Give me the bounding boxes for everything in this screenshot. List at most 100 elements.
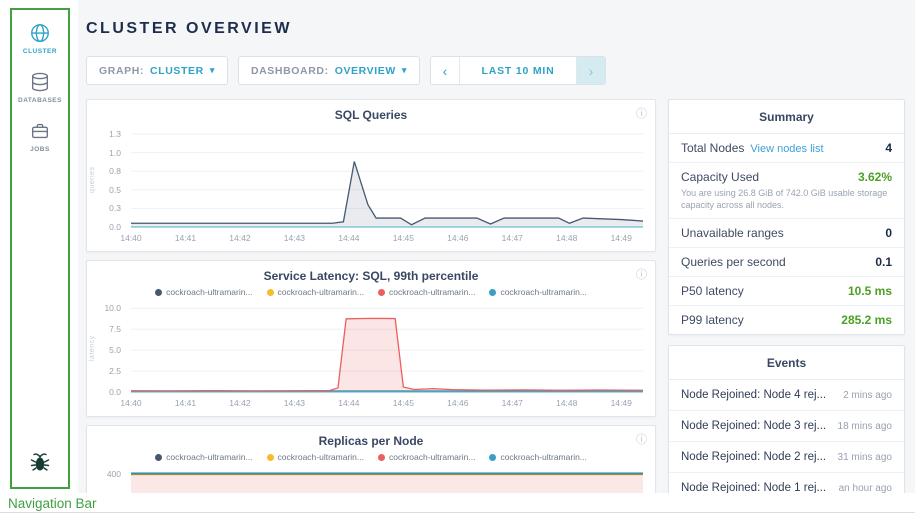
page-title: CLUSTER OVERVIEW (86, 20, 292, 38)
y-axis: 0.02.55.07.510.0latency (87, 305, 129, 392)
summary-label: Capacity Used (681, 170, 759, 184)
cluster-icon (29, 22, 51, 44)
legend-item[interactable]: cockroach-ultramarin... (267, 287, 364, 297)
y-tick-label: 10.0 (104, 303, 121, 313)
dashboard-dropdown-label: DASHBOARD: (251, 65, 329, 77)
y-tick-label: 0.0 (109, 222, 121, 232)
legend-item[interactable]: cockroach-ultramarin... (378, 452, 475, 462)
legend-dot-icon (267, 454, 274, 461)
event-row: Node Rejoined: Node 2 rej... 31 mins ago (669, 441, 904, 472)
x-tick-label: 14:40 (120, 233, 141, 243)
view-nodes-link[interactable]: View nodes list (750, 143, 823, 155)
y-tick-label: 1.3 (109, 129, 121, 139)
legend-item[interactable]: cockroach-ultramarin... (378, 287, 475, 297)
summary-value: 0.1 (875, 255, 892, 269)
legend-dot-icon (267, 289, 274, 296)
bottom-divider (0, 512, 915, 513)
info-icon[interactable]: ⓘ (636, 266, 647, 282)
chart-title: Replicas per Node (87, 426, 655, 448)
x-axis: 14:4014:4114:4214:4314:4414:4514:4614:47… (131, 398, 643, 410)
x-tick-label: 14:47 (502, 398, 523, 408)
summary-value: 0 (885, 226, 892, 240)
summary-title: Summary (669, 100, 904, 134)
info-icon[interactable]: ⓘ (636, 105, 647, 121)
sidebar-item-cluster[interactable]: CLUSTER (12, 22, 68, 55)
x-tick-label: 14:40 (120, 398, 141, 408)
summary-row: Unavailable ranges0 (669, 218, 904, 247)
y-tick-label: 0.8 (109, 166, 121, 176)
y-tick-label: 0.5 (109, 185, 121, 195)
summary-value: 4 (885, 141, 892, 155)
annotation-navigation-bar: Navigation Bar (8, 496, 97, 511)
summary-row: P50 latency10.5 ms (669, 276, 904, 305)
legend-item[interactable]: cockroach-ultramarin... (489, 287, 586, 297)
graph-dropdown[interactable]: GRAPH: CLUSTER ▾ (86, 56, 228, 85)
legend-dot-icon (489, 289, 496, 296)
event-text: Node Rejoined: Node 3 rej... (681, 420, 826, 432)
chart-plot (131, 305, 643, 392)
event-time: 31 mins ago (838, 452, 892, 463)
chart-title: SQL Queries (87, 100, 655, 122)
x-tick-label: 14:49 (611, 398, 632, 408)
y-tick-label: 400 (107, 469, 121, 479)
legend-item[interactable]: cockroach-ultramarin... (489, 452, 586, 462)
dashboard-dropdown[interactable]: DASHBOARD: OVERVIEW ▾ (238, 56, 420, 85)
summary-rows: Total NodesView nodes list4Capacity Used… (669, 134, 904, 334)
x-tick-label: 14:48 (556, 233, 577, 243)
summary-label: P50 latency (681, 284, 744, 298)
summary-subtext: You are using 26.8 GiB of 742.0 GiB usab… (681, 187, 892, 211)
time-range-label[interactable]: LAST 10 MIN (460, 57, 576, 84)
summary-row: Queries per second 0.1 (669, 247, 904, 276)
x-tick-label: 14:43 (284, 233, 305, 243)
legend-dot-icon (378, 289, 385, 296)
x-tick-label: 14:49 (611, 233, 632, 243)
y-tick-label: 0.0 (109, 387, 121, 397)
legend-dot-icon (378, 454, 385, 461)
event-rows: Node Rejoined: Node 4 rej...2 mins agoNo… (669, 380, 904, 493)
sidebar-item-label: DATABASES (18, 97, 62, 104)
x-axis: 14:4014:4114:4214:4314:4414:4514:4614:47… (131, 233, 643, 245)
databases-icon (29, 71, 51, 93)
sidebar-item-jobs[interactable]: JOBS (12, 120, 68, 153)
chart-canvas (131, 470, 643, 493)
summary-row: Capacity Used3.62%You are using 26.8 GiB… (669, 162, 904, 218)
right-panel: Summary Total NodesView nodes list4Capac… (668, 99, 905, 493)
event-text: Node Rejoined: Node 2 rej... (681, 451, 826, 463)
event-text: Node Rejoined: Node 4 rej... (681, 389, 826, 401)
chart-card-2: Service Latency: SQL, 99th percentileⓘ co… (86, 260, 656, 417)
legend-item[interactable]: cockroach-ultramarin... (155, 452, 252, 462)
x-tick-label: 14:44 (338, 398, 359, 408)
event-text: Node Rejoined: Node 1 rej... (681, 482, 826, 493)
chart-card-3: Replicas per Nodeⓘ cockroach-ultramarin..… (86, 425, 656, 493)
chart-legend: cockroach-ultramarin... cockroach-ultrama… (87, 287, 655, 297)
sidebar-item-databases[interactable]: DATABASES (12, 71, 68, 104)
summary-label: Queries per second (681, 255, 786, 269)
chart-title: Service Latency: SQL, 99th percentile (87, 261, 655, 283)
sidebar-item-label: CLUSTER (23, 48, 57, 55)
time-next-button[interactable]: › (576, 57, 605, 84)
summary-label: P99 latency (681, 313, 744, 327)
admin-ui-window: CLUSTER DATABASES JOBS (0, 0, 915, 493)
dashboard-controls: GRAPH: CLUSTER ▾ DASHBOARD: OVERVIEW ▾ ‹… (86, 56, 606, 85)
y-axis-unit: latency (89, 335, 96, 361)
chart-plot (131, 134, 643, 227)
summary-panel: Summary Total NodesView nodes list4Capac… (668, 99, 905, 335)
legend-dot-icon (155, 289, 162, 296)
y-axis-unit: queries (89, 166, 96, 192)
x-tick-label: 14:46 (447, 398, 468, 408)
info-icon[interactable]: ⓘ (636, 431, 647, 447)
legend-item[interactable]: cockroach-ultramarin... (267, 452, 364, 462)
navigation-bar: CLUSTER DATABASES JOBS (10, 8, 70, 489)
x-tick-label: 14:44 (338, 233, 359, 243)
chart-plot (131, 470, 643, 493)
y-tick-label: 7.5 (109, 324, 121, 334)
cockroachdb-logo[interactable] (28, 450, 52, 479)
y-tick-label: 5.0 (109, 345, 121, 355)
chevron-down-icon: ▾ (210, 65, 215, 76)
legend-item[interactable]: cockroach-ultramarin... (155, 287, 252, 297)
time-prev-button[interactable]: ‹ (431, 57, 460, 84)
legend-label: cockroach-ultramarin... (389, 287, 475, 297)
legend-label: cockroach-ultramarin... (278, 287, 364, 297)
x-tick-label: 14:46 (447, 233, 468, 243)
summary-row: Total NodesView nodes list4 (669, 134, 904, 162)
